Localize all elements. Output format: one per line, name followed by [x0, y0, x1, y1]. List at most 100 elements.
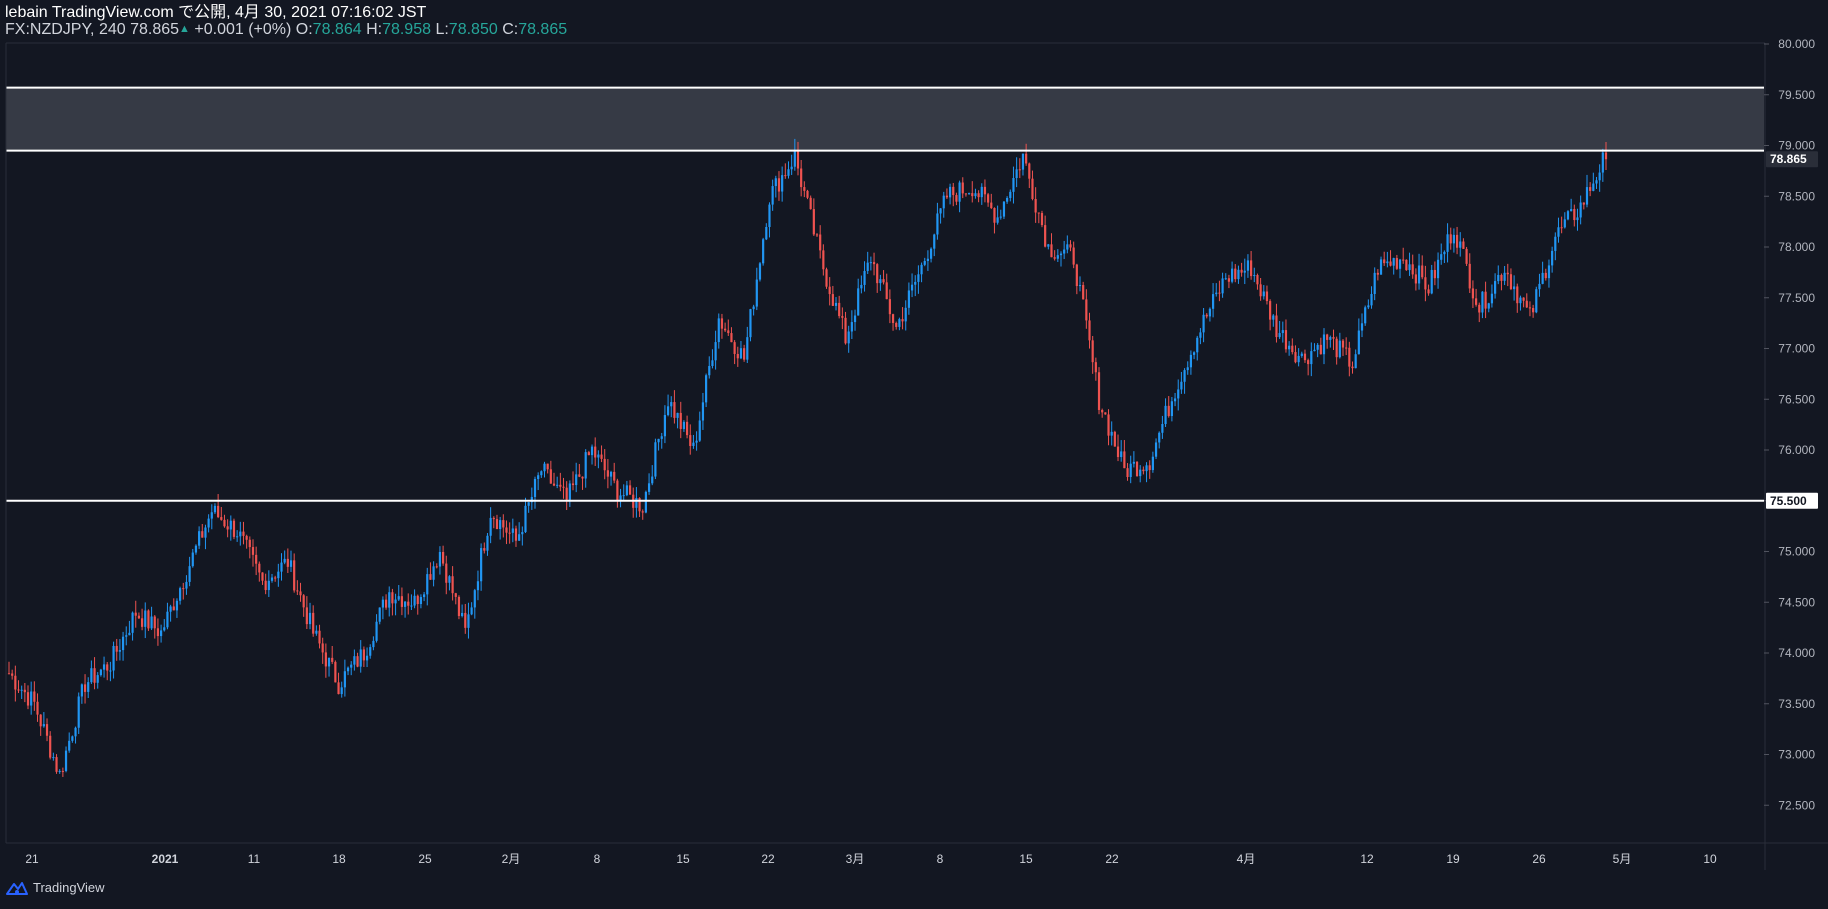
candle-body: [819, 234, 822, 251]
candle-body: [1012, 177, 1015, 192]
candle-body: [198, 531, 201, 546]
candle-body: [372, 640, 375, 648]
candle-body: [476, 581, 480, 591]
candle-body: [166, 611, 169, 628]
price-tick-label: 80.000: [1778, 37, 1815, 51]
candle-body: [762, 239, 765, 264]
candle-body: [1373, 272, 1376, 295]
candle-body: [594, 446, 597, 458]
candle-body: [831, 294, 834, 306]
candle-body: [1522, 297, 1525, 301]
candle-body: [695, 440, 698, 443]
candle-body: [42, 724, 45, 727]
candle-body: [280, 562, 283, 572]
candle-body: [45, 724, 49, 736]
footer-brand[interactable]: TradingView: [6, 880, 105, 895]
candle-body: [413, 595, 416, 606]
time-tick-label: 26: [1532, 852, 1546, 866]
candle-body: [99, 669, 102, 676]
candle-body: [540, 471, 543, 476]
candle-body: [1006, 197, 1009, 202]
candle-body: [952, 186, 955, 196]
candle-body: [822, 250, 825, 270]
candle-body: [739, 348, 743, 359]
candle-body: [1250, 260, 1253, 277]
candle-body: [391, 592, 394, 604]
candle-body: [1509, 274, 1513, 290]
candle-body: [546, 463, 549, 470]
candle-body: [1585, 187, 1589, 205]
candle-body: [308, 612, 312, 625]
candle-body: [733, 342, 736, 354]
candle-body: [438, 551, 442, 567]
candle-body: [711, 360, 714, 367]
tradingview-logo-icon: [6, 881, 28, 895]
candle-body: [1145, 465, 1148, 472]
candle-body: [210, 512, 213, 519]
candle-body: [885, 282, 888, 300]
candle-body: [334, 661, 337, 683]
candle-body: [1566, 211, 1570, 220]
candle-body: [685, 421, 689, 436]
candle-body: [1497, 274, 1500, 282]
candle-body: [327, 657, 331, 667]
candle-body: [948, 186, 952, 198]
price-chart[interactable]: 72.500 73.000 73.500 74.000 74.500 75.000 75.5…: [0, 0, 1828, 909]
candle-body: [1595, 180, 1598, 184]
candle-body: [914, 281, 917, 285]
candle-body: [74, 727, 77, 737]
candle-body: [1329, 337, 1332, 340]
candle-body: [578, 474, 581, 477]
candle-body: [1392, 258, 1395, 266]
candle-body: [140, 618, 144, 627]
horizontal-levels[interactable]: [6, 86, 1764, 502]
candle-body: [1541, 272, 1544, 284]
candle-body: [1294, 352, 1297, 363]
candle-body: [1579, 202, 1582, 218]
resistance-zones: [6, 87, 1764, 151]
candle-body: [188, 566, 191, 582]
candle-body: [486, 535, 489, 551]
candle-body: [106, 664, 109, 671]
candle-body: [1345, 347, 1348, 349]
candle-body: [1205, 314, 1208, 317]
candle-body: [987, 194, 990, 203]
candle-body: [36, 701, 39, 715]
candle-body: [1291, 345, 1294, 353]
candle-body: [134, 612, 137, 616]
candle-body: [207, 518, 210, 528]
candle-body: [353, 656, 356, 665]
time-tick-label: 5月: [1613, 852, 1632, 866]
candle-body: [679, 412, 682, 429]
candle-body: [743, 348, 746, 360]
candle-body: [568, 483, 571, 500]
candle-body: [1389, 261, 1392, 266]
price-label-text: 75.500: [1770, 494, 1807, 508]
candle-body: [625, 485, 628, 496]
candle-body: [318, 630, 321, 644]
candle-body: [505, 527, 508, 533]
time-axis[interactable]: 21 2021 11 18 25 2月 8 15 22 3月 8 15 22 4月 12 19 26 5月 10: [25, 852, 1717, 866]
candle-body: [1015, 169, 1018, 178]
candle-body: [891, 314, 895, 323]
candle-body: [1259, 284, 1262, 297]
candle-body: [305, 607, 308, 625]
candle-body: [451, 576, 454, 594]
candle-body: [172, 606, 175, 611]
candle-body: [1101, 409, 1104, 413]
candle-body: [1589, 187, 1592, 191]
candle-body: [720, 318, 724, 329]
candle-body: [641, 511, 644, 513]
candle-body: [1357, 330, 1360, 355]
candle-body: [746, 337, 749, 360]
candle-body: [470, 607, 473, 615]
resistance-zone[interactable]: [6, 87, 1764, 151]
candle-body: [293, 560, 296, 591]
candle-body: [1433, 269, 1436, 279]
candle-body: [1110, 431, 1113, 436]
candle-body: [1481, 291, 1484, 313]
candle-body: [850, 322, 853, 332]
candle-body: [565, 487, 568, 500]
candle-body: [1411, 264, 1414, 275]
candle-body: [1601, 152, 1604, 173]
